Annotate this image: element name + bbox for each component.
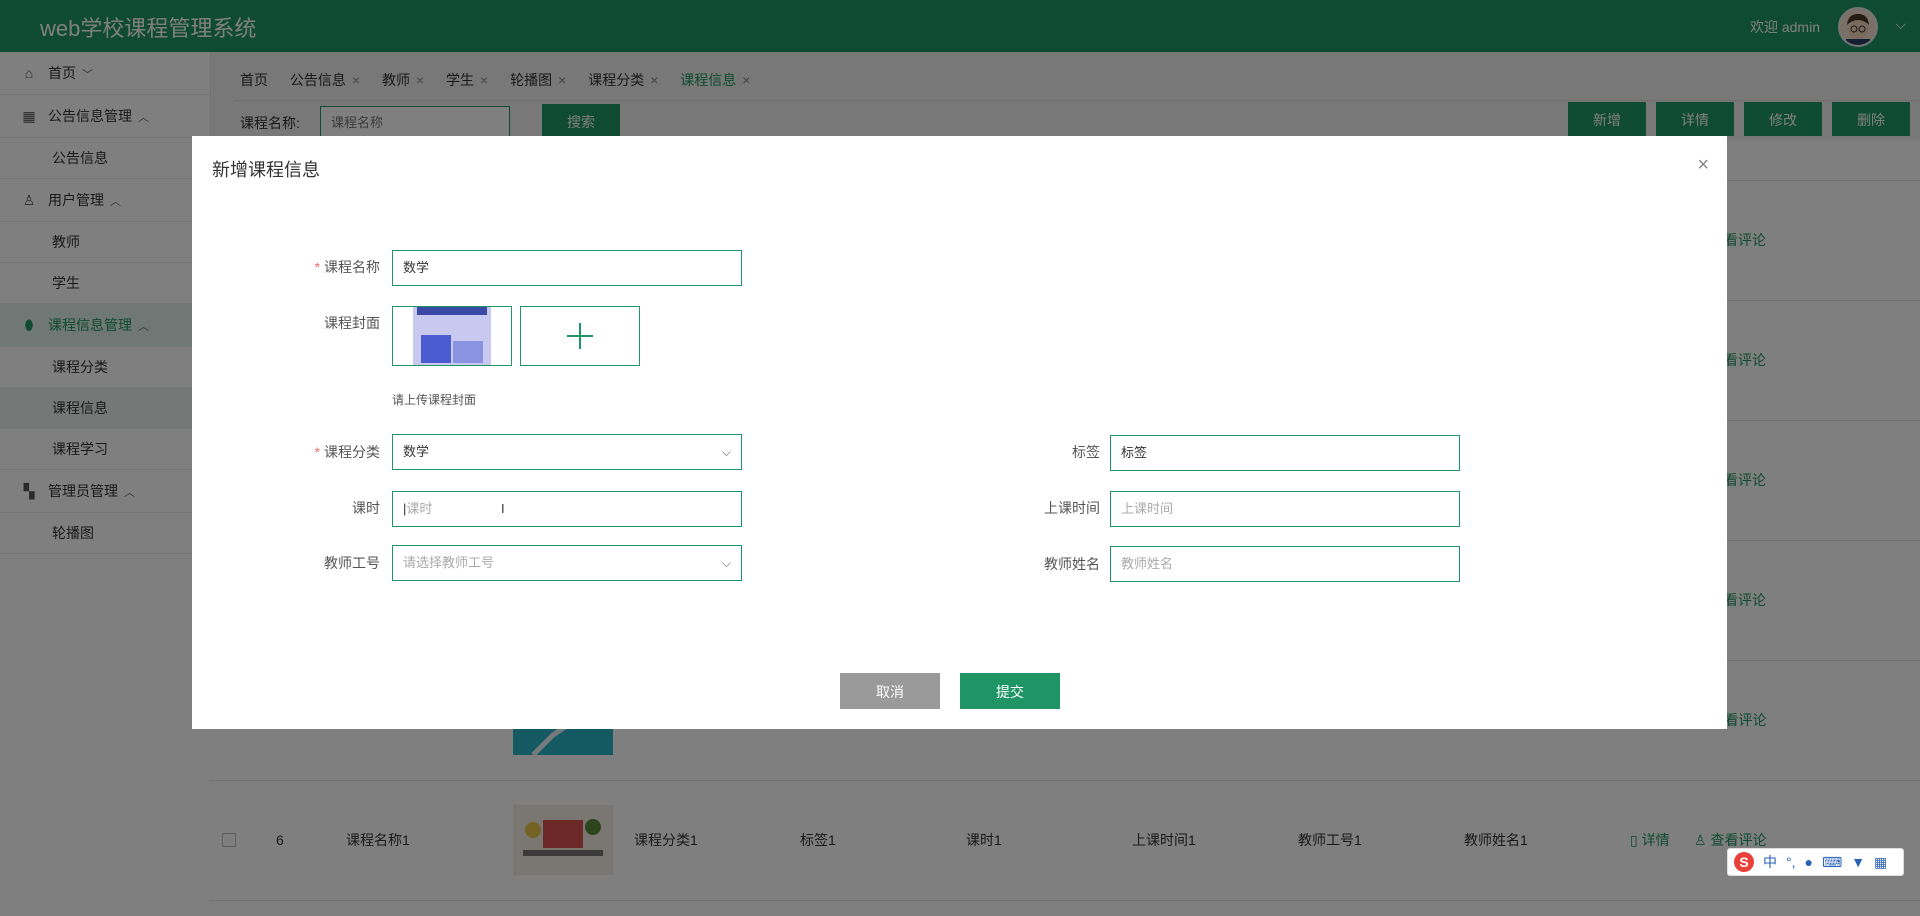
close-icon[interactable]: × — [1697, 154, 1709, 177]
ime-toolbar[interactable]: S 中 °, ● ⌨ ▼ ▦ — [1727, 848, 1904, 876]
teacher-name-input[interactable]: 教师姓名 — [1110, 546, 1460, 582]
label-text: 课程分类 — [324, 444, 380, 460]
punctuation-icon[interactable]: °, — [1786, 854, 1796, 870]
course-name-input[interactable]: 数学 — [392, 250, 742, 286]
teacher-id-label: 教师工号 — [324, 555, 380, 571]
teacher-id-placeholder: 请选择教师工号 — [403, 555, 495, 570]
category-label: * 课程分类 — [260, 442, 380, 462]
teacher-name-label: 教师姓名 — [1044, 556, 1100, 572]
toolbox-icon[interactable]: ▦ — [1874, 854, 1887, 871]
keyboard-icon[interactable]: ⌨ — [1822, 854, 1842, 871]
hours-label: 课时 — [352, 500, 380, 516]
category-selected-value: 数学 — [403, 444, 430, 459]
cover-preview-image — [393, 307, 511, 365]
dialog-title: 新增课程信息 — [212, 160, 320, 180]
hours-input[interactable]: |课时 I — [392, 491, 742, 527]
plus-icon — [567, 323, 593, 349]
text-cursor-icon: I — [501, 501, 505, 516]
course-name-label: * 课程名称 — [260, 257, 380, 277]
submit-button[interactable]: 提交 — [960, 673, 1060, 709]
time-input[interactable]: 上课时间 — [1110, 491, 1460, 527]
add-course-dialog: 新增课程信息 × * 课程名称 数学 课程封面 请上传课程封面 * 课程分类 数学 ⌵… — [192, 136, 1727, 729]
cover-hint: 请上传课程封面 — [392, 393, 477, 407]
hours-placeholder: 课时 — [406, 501, 433, 516]
skin-icon[interactable]: ▼ — [1851, 854, 1865, 870]
cover-preview[interactable] — [392, 306, 512, 366]
required-asterisk: * — [314, 259, 320, 275]
microphone-icon[interactable]: ● — [1805, 854, 1813, 870]
sogou-logo-icon: S — [1734, 852, 1754, 872]
teacher-id-select[interactable]: 请选择教师工号 ⌵ — [392, 545, 742, 581]
time-label: 上课时间 — [1044, 500, 1100, 516]
required-asterisk: * — [314, 444, 320, 460]
chevron-down-icon: ⌵ — [721, 556, 731, 570]
cover-label: 课程封面 — [324, 315, 380, 331]
label-text: 课程名称 — [324, 259, 380, 275]
ime-mode[interactable]: 中 — [1763, 852, 1777, 872]
tag-label: 标签 — [1072, 444, 1100, 460]
tag-input[interactable]: 标签 — [1110, 435, 1460, 471]
cover-upload-button[interactable] — [520, 306, 640, 366]
category-select[interactable]: 数学 ⌵ — [392, 434, 742, 470]
chevron-down-icon: ⌵ — [721, 445, 731, 459]
cancel-button[interactable]: 取消 — [840, 673, 940, 709]
